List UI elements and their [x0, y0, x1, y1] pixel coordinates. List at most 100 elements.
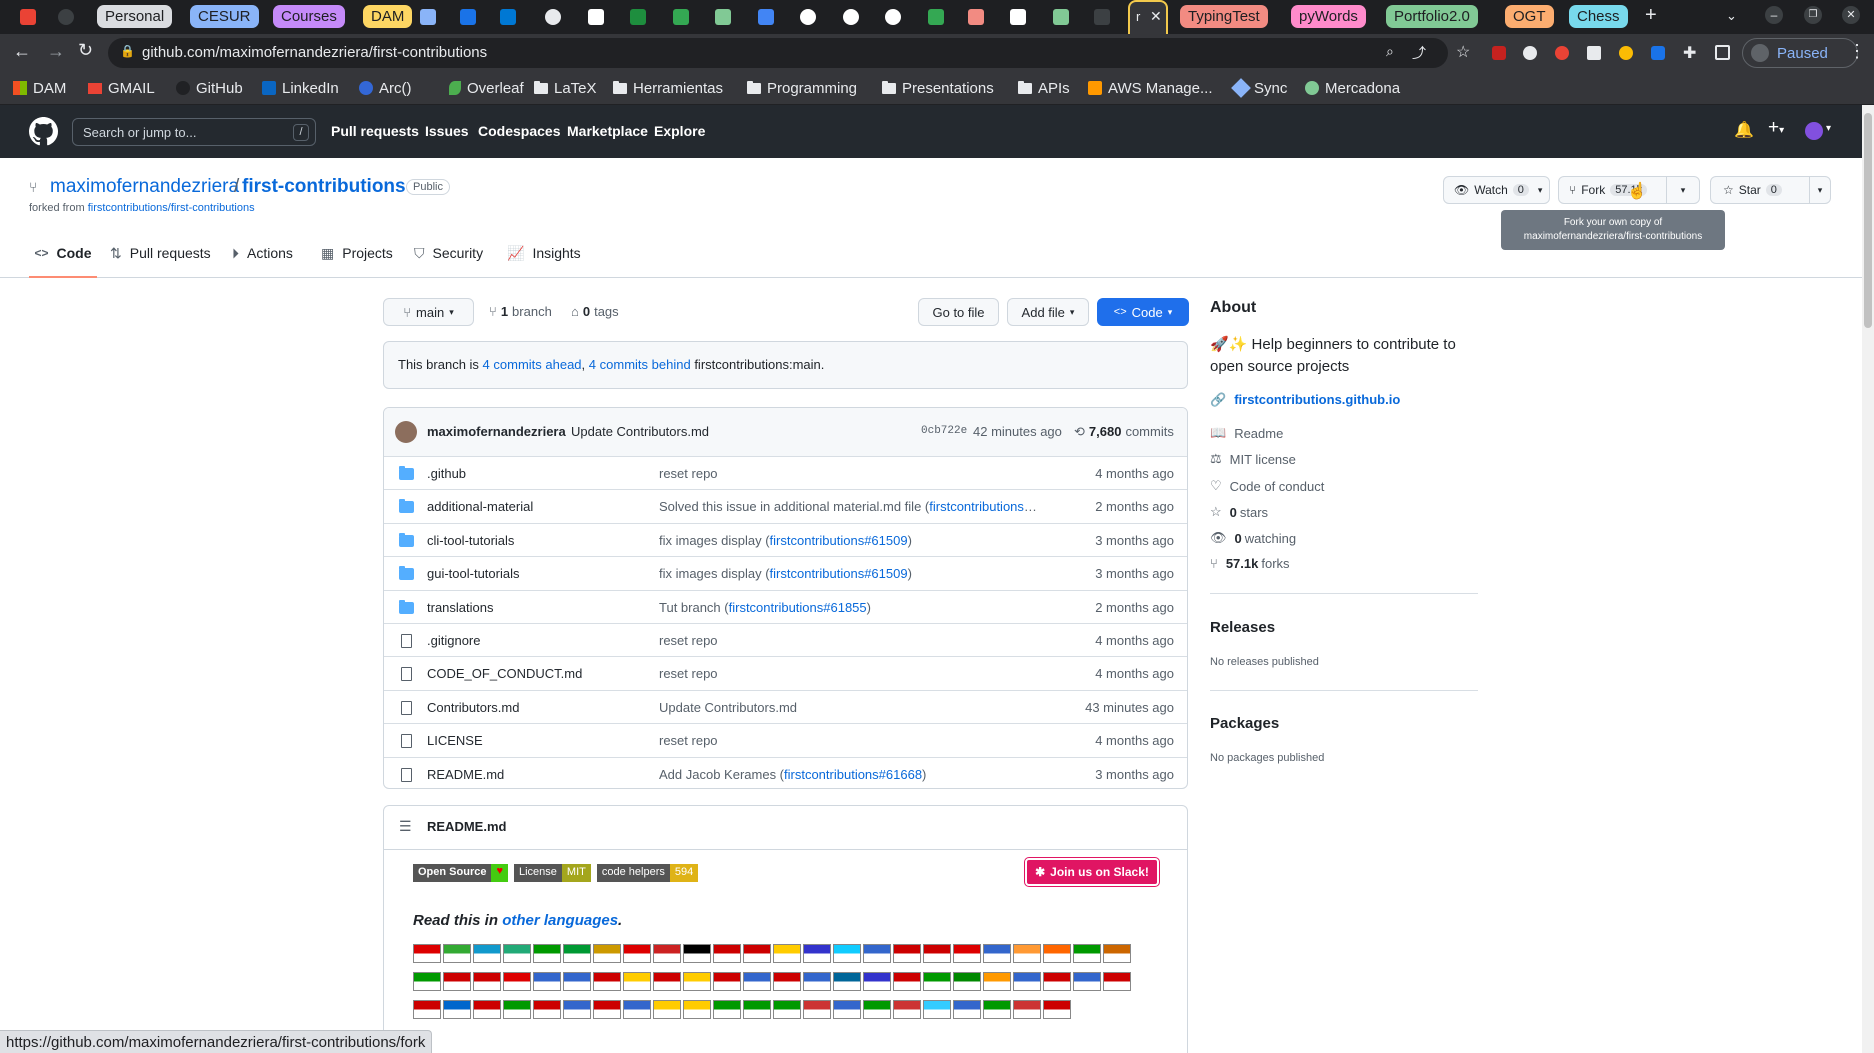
add-file-button[interactable]: Add file ▾ — [1007, 298, 1089, 326]
branches-link[interactable]: ⑂ 1 branch — [489, 304, 552, 319]
github-tab-icon[interactable] — [58, 9, 74, 25]
tab-insights[interactable]: 📈 Insights — [507, 245, 581, 262]
language-flag-icon[interactable] — [533, 972, 561, 991]
bookmark-star-icon[interactable]: ☆ — [1456, 42, 1470, 62]
license-badge[interactable]: License MIT — [514, 864, 591, 882]
url-text[interactable]: github.com/maximofernandezriera/first-co… — [142, 44, 487, 61]
language-flag-icon[interactable] — [833, 1000, 861, 1019]
language-flag-icon[interactable] — [593, 1000, 621, 1019]
pull-request-link[interactable]: firstcontributions#61509 — [770, 566, 908, 581]
language-flag-icon[interactable] — [953, 944, 981, 963]
code-of-conduct-link[interactable]: ♡ Code of conduct — [1210, 478, 1324, 494]
profile-paused-button[interactable]: Paused — [1742, 38, 1858, 68]
packages-title[interactable]: Packages — [1210, 715, 1279, 732]
extension-icon[interactable] — [1587, 46, 1601, 60]
language-flag-icon[interactable] — [1043, 972, 1071, 991]
tab-favicon[interactable] — [928, 9, 944, 25]
bookmark-latex[interactable]: LaTeX — [534, 78, 597, 98]
language-flag-icon[interactable] — [713, 944, 741, 963]
file-commit-message[interactable]: Update Contributors.md — [659, 700, 797, 715]
language-flag-icon[interactable] — [473, 1000, 501, 1019]
language-flag-icon[interactable] — [593, 944, 621, 963]
tab-favicon[interactable] — [885, 9, 901, 25]
readme-title[interactable]: README.md — [427, 819, 506, 834]
create-new-icon[interactable]: +▾ — [1768, 117, 1784, 139]
file-name-link[interactable]: Contributors.md — [427, 700, 519, 715]
tab-favicon[interactable] — [1053, 9, 1069, 25]
side-panel-icon[interactable] — [1715, 45, 1730, 60]
language-flag-icon[interactable] — [413, 972, 441, 991]
file-commit-message[interactable]: Add Jacob Kerames (firstcontributions#61… — [659, 767, 926, 782]
bookmark-aws[interactable]: AWS Manage... — [1088, 78, 1213, 98]
commit-sha[interactable]: 0cb722e — [921, 425, 967, 437]
language-flag-icon[interactable] — [623, 944, 651, 963]
tab-group-chess[interactable]: Chess — [1569, 5, 1628, 28]
language-flag-icon[interactable] — [1103, 972, 1131, 991]
language-flag-icon[interactable] — [1013, 944, 1041, 963]
tab-actions[interactable]: ⏵ Actions — [232, 245, 293, 262]
pull-request-link[interactable]: firstcontributions#61509 — [770, 533, 908, 548]
forward-icon[interactable]: → — [47, 41, 65, 62]
language-flag-icon[interactable] — [623, 1000, 651, 1019]
bookmark-presentations[interactable]: Presentations — [882, 78, 994, 98]
website-link[interactable]: 🔗 firstcontributions.github.io — [1210, 392, 1400, 408]
language-flag-icon[interactable] — [1103, 944, 1131, 963]
go-to-file-button[interactable]: Go to file — [918, 298, 999, 326]
table-row[interactable]: .gitignore reset repo 4 months ago — [384, 623, 1187, 656]
scrollbar-thumb[interactable] — [1864, 113, 1872, 328]
language-flag-icon[interactable] — [743, 944, 771, 963]
language-flag-icon[interactable] — [923, 972, 951, 991]
file-name-link[interactable]: README.md — [427, 767, 504, 782]
language-flag-icon[interactable] — [773, 972, 801, 991]
bookmark-sync[interactable]: Sync — [1231, 78, 1287, 98]
language-flag-icon[interactable] — [743, 1000, 771, 1019]
bookmark-overleaf[interactable]: Overleaf — [449, 78, 524, 98]
tab-favicon[interactable] — [500, 9, 516, 25]
other-languages-link[interactable]: other languages — [502, 912, 618, 929]
tab-favicon[interactable] — [1094, 9, 1110, 25]
language-flag-icon[interactable] — [863, 944, 891, 963]
page-scrollbar[interactable] — [1862, 105, 1874, 1053]
file-name-link[interactable]: LICENSE — [427, 733, 483, 748]
commits-behind-link[interactable]: 4 commits behind — [589, 357, 691, 372]
file-name-link[interactable]: translations — [427, 600, 493, 615]
bookmark-github[interactable]: GitHub — [176, 78, 243, 98]
omnibox[interactable]: 🔒 github.com/maximofernandezriera/first-… — [108, 38, 1470, 68]
language-flag-icon[interactable] — [563, 972, 591, 991]
releases-title[interactable]: Releases — [1210, 619, 1275, 636]
tab-security[interactable]: ⛉ Security — [414, 245, 483, 262]
watching-link[interactable]: 👁 0 watching — [1210, 530, 1296, 546]
bookmark-gmail[interactable]: GMAIL — [88, 78, 155, 98]
forked-from-link[interactable]: firstcontributions/first-contributions — [88, 202, 255, 214]
table-row[interactable]: CODE_OF_CONDUCT.md reset repo 4 months ago — [384, 656, 1187, 689]
language-flag-icon[interactable] — [1073, 972, 1101, 991]
share-icon[interactable]: ⤴ — [1412, 43, 1426, 63]
language-flag-icon[interactable] — [713, 972, 741, 991]
tab-favicon[interactable] — [968, 9, 984, 25]
back-icon[interactable]: ← — [13, 41, 31, 62]
lock-icon[interactable]: 🔒 — [120, 44, 135, 58]
language-flag-icon[interactable] — [953, 972, 981, 991]
language-flag-icon[interactable] — [1043, 1000, 1071, 1019]
commits-ahead-link[interactable]: 4 commits ahead — [483, 357, 582, 372]
commits-link[interactable]: ⟲ 7,680 commits — [1074, 424, 1174, 440]
code-helpers-badge[interactable]: code helpers 594 — [596, 864, 699, 882]
table-row[interactable]: Contributors.md Update Contributors.md 43 … — [384, 689, 1187, 723]
language-flag-icon[interactable] — [653, 1000, 681, 1019]
table-row[interactable]: LICENSE reset repo 4 months ago — [384, 723, 1187, 756]
license-link[interactable]: ⚖ MIT license — [1210, 451, 1296, 467]
language-flag-icon[interactable] — [473, 944, 501, 963]
code-button[interactable]: <> Code ▾ — [1097, 298, 1189, 326]
notifications-bell-icon[interactable]: 🔔 — [1734, 120, 1754, 140]
file-commit-message[interactable]: reset repo — [659, 633, 718, 648]
close-tab-icon[interactable]: ✕ — [1150, 8, 1162, 25]
repo-owner-link[interactable]: maximofernandezriera — [50, 176, 239, 198]
table-row[interactable]: README.md Add Jacob Kerames (firstcontrib… — [384, 756, 1187, 788]
language-flag-icon[interactable] — [593, 972, 621, 991]
language-flag-icon[interactable] — [1013, 1000, 1041, 1019]
minimize-window-icon[interactable]: – — [1765, 6, 1783, 24]
file-name-link[interactable]: cli-tool-tutorials — [427, 533, 514, 548]
language-flag-icon[interactable] — [773, 944, 801, 963]
language-flag-icon[interactable] — [743, 972, 771, 991]
tab-pull-requests[interactable]: ⇅ Pull requests — [110, 245, 211, 262]
